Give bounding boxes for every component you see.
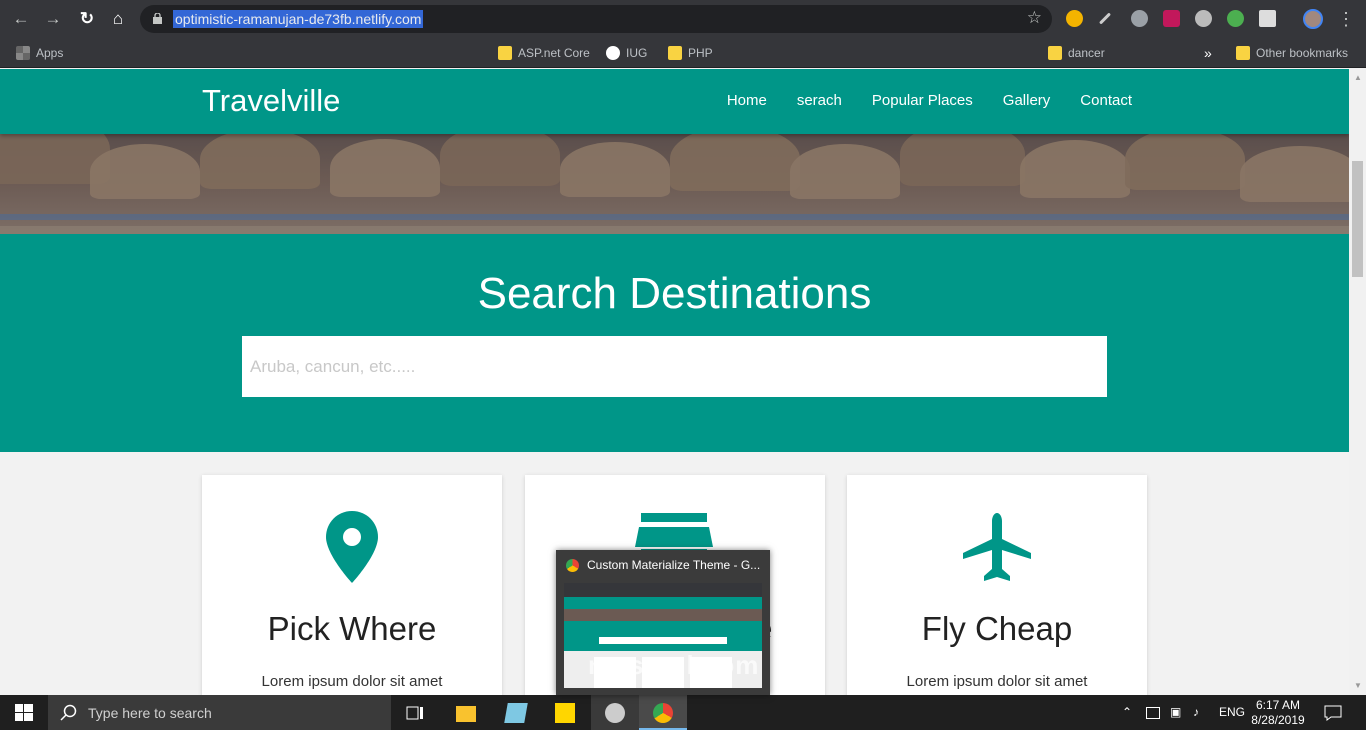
forward-icon[interactable]: →	[42, 8, 64, 30]
avatar[interactable]	[1303, 9, 1323, 29]
reload-icon[interactable]: ↻	[76, 8, 98, 30]
more-label: »	[1204, 45, 1212, 61]
extension-icon[interactable]	[1227, 10, 1244, 27]
paint-icon	[605, 703, 625, 723]
address-bar[interactable]: optimistic-ramanujan-de73fb.netlify.com …	[140, 5, 1052, 33]
sticky-notes-icon	[555, 703, 575, 723]
chrome-icon	[653, 703, 673, 723]
taskbar-app[interactable]	[492, 695, 540, 730]
apps-icon	[16, 46, 30, 60]
back-icon[interactable]: ←	[10, 8, 32, 30]
search-title: Search Destinations	[477, 269, 872, 318]
clock-date: 8/28/2019	[1251, 713, 1305, 727]
nav-contact[interactable]: Contact	[1080, 92, 1132, 109]
volume-icon[interactable]: ♪	[1193, 705, 1199, 719]
preview-title: Custom Materialize Theme - G...	[587, 558, 761, 572]
file-explorer-button[interactable]	[442, 695, 490, 730]
scroll-up-icon[interactable]: ▲	[1354, 73, 1362, 82]
windows-taskbar: Type here to search ⌃ ▣ ♪ ENG 6:17 AM 8/…	[0, 695, 1366, 730]
bookmark-label: PHP	[688, 46, 713, 60]
extension-icon[interactable]	[1066, 10, 1083, 27]
clock-time: 6:17 AM	[1255, 698, 1301, 712]
search-section: Search Destinations	[0, 234, 1349, 452]
bookmark-other[interactable]: Other bookmarks	[1236, 44, 1348, 62]
folder-icon	[1236, 46, 1250, 60]
card-title: Pick Where	[267, 610, 437, 647]
card-pick-where: Pick Where Lorem ipsum dolor sit amet co…	[202, 475, 502, 695]
site-brand[interactable]: Travelville	[202, 83, 340, 119]
location-pin-icon	[326, 511, 378, 583]
more-bookmarks-button[interactable]: »	[1204, 44, 1212, 62]
extension-icon[interactable]	[1131, 10, 1148, 27]
battery-icon[interactable]	[1146, 707, 1160, 719]
airplane-icon	[963, 513, 1031, 581]
task-view-icon	[406, 706, 423, 720]
folder-icon	[1048, 46, 1062, 60]
app-icon	[504, 703, 528, 723]
folder-icon	[668, 46, 682, 60]
lock-icon	[153, 13, 162, 24]
hero-image	[0, 134, 1349, 234]
search-icon	[60, 704, 77, 721]
bookmark-dancer[interactable]: dancer	[1048, 44, 1105, 62]
bookmark-label: Other bookmarks	[1256, 46, 1349, 60]
extension-icon[interactable]	[1163, 10, 1180, 27]
bookmark-label: Apps	[36, 46, 64, 60]
nav-popular-places[interactable]: Popular Places	[872, 92, 973, 109]
site-navbar: Travelville Home serach Popular Places G…	[0, 69, 1349, 134]
tray-chevron-icon[interactable]: ⌃	[1122, 705, 1132, 719]
bookmark-label: ASP.net Core	[518, 46, 590, 60]
browser-toolbar: ← → ↻ ⌂ optimistic-ramanujan-de73fb.netl…	[0, 0, 1366, 38]
chrome-icon	[566, 559, 579, 572]
windows-start-icon[interactable]	[0, 695, 48, 730]
card-fly-cheap: Fly Cheap Lorem ipsum dolor sit amet con…	[847, 475, 1147, 695]
folder-icon	[456, 706, 476, 722]
sticky-notes-button[interactable]	[541, 695, 589, 730]
nav-home[interactable]: Home	[727, 92, 767, 109]
language-indicator[interactable]: ENG	[1219, 705, 1245, 719]
card-text: Lorem ipsum dolor sit amet consectetur a…	[906, 673, 1088, 690]
bookmarks-bar: Apps ASP.net Core IUG PHP dancer » Other	[0, 38, 1366, 97]
taskbar-clock[interactable]: 6:17 AM 8/28/2019	[1250, 698, 1306, 728]
page-scrollbar[interactable]: ▲ ▼	[1349, 69, 1366, 695]
card-text: Lorem ipsum dolor sit amet consectetur a…	[261, 673, 443, 690]
globe-icon	[606, 46, 620, 60]
card-title: Fly Cheap	[921, 610, 1073, 647]
home-icon[interactable]: ⌂	[107, 8, 129, 30]
bookmark-label: IUG	[626, 46, 648, 60]
url-text[interactable]: optimistic-ramanujan-de73fb.netlify.com	[173, 10, 424, 28]
bookmark-star-icon[interactable]: ☆	[1027, 8, 1042, 28]
taskbar-search-box[interactable]: Type here to search	[48, 695, 391, 730]
pen-icon[interactable]	[1098, 12, 1112, 25]
taskbar-app[interactable]	[591, 695, 639, 730]
folder-icon	[498, 46, 512, 60]
bookmark-apps[interactable]: Apps	[16, 44, 63, 62]
extension-icon[interactable]	[1259, 10, 1276, 27]
bookmark-label: dancer	[1068, 46, 1105, 60]
notifications-icon[interactable]	[1324, 705, 1342, 721]
nav-gallery[interactable]: Gallery	[1003, 92, 1051, 109]
site-menu: Home serach Popular Places Gallery Conta…	[727, 92, 1132, 109]
bookmark-php[interactable]: PHP	[668, 44, 713, 62]
bookmark-iug[interactable]: IUG	[606, 44, 647, 62]
menu-icon[interactable]: ⋮	[1335, 8, 1357, 30]
scroll-down-icon[interactable]: ▼	[1354, 681, 1362, 690]
taskbar-search-placeholder: Type here to search	[88, 705, 212, 721]
bookmark-aspnet[interactable]: ASP.net Core	[498, 44, 590, 62]
scroll-thumb[interactable]	[1352, 161, 1363, 277]
watermark: mostaql.com	[588, 650, 760, 680]
network-icon[interactable]: ▣	[1170, 705, 1181, 719]
task-view-button[interactable]	[391, 695, 439, 730]
nav-search[interactable]: serach	[797, 92, 842, 109]
destination-search-input[interactable]	[242, 336, 1107, 397]
chrome-taskbar-button[interactable]	[639, 695, 687, 730]
extension-icon[interactable]	[1195, 10, 1212, 27]
